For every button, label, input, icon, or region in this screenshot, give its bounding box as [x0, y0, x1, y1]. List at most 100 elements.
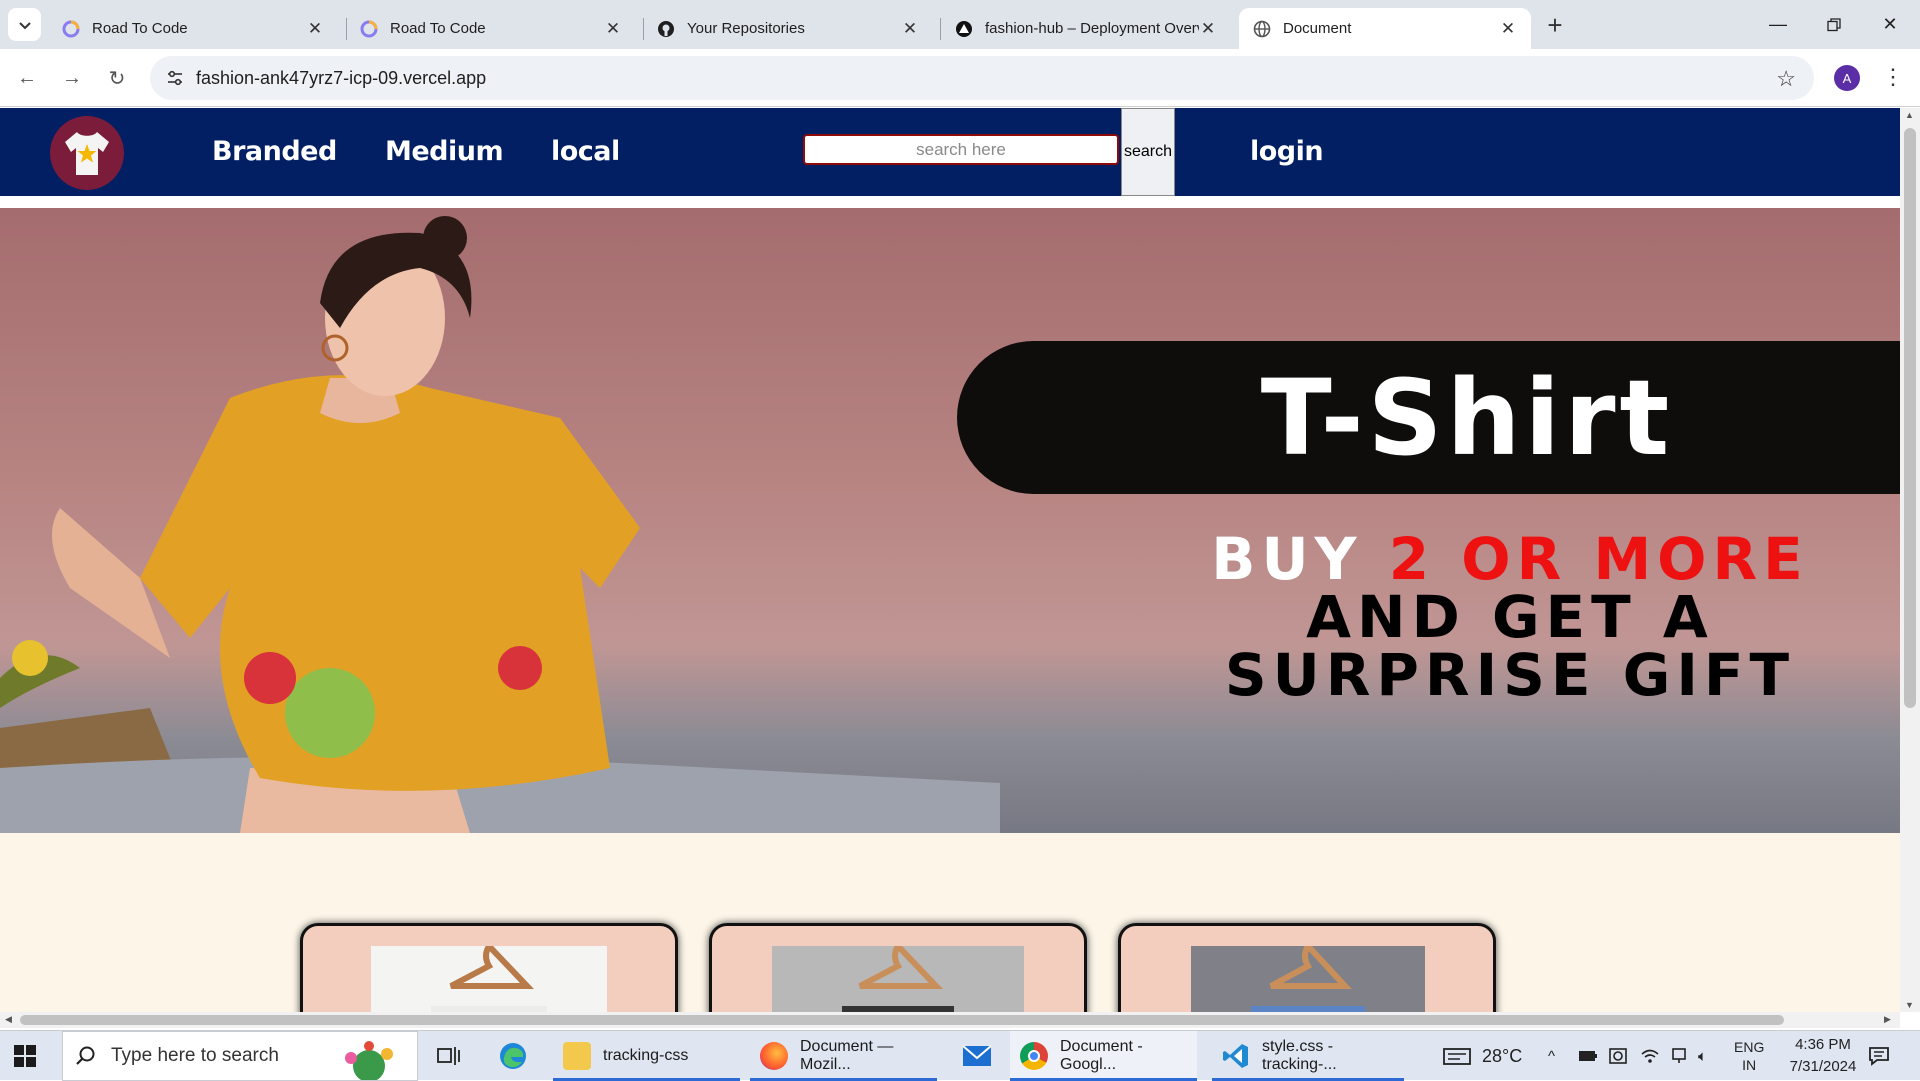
close-icon[interactable]: ✕	[901, 19, 919, 38]
search-input[interactable]: search here	[803, 134, 1119, 165]
browser-toolbar: ← → ↻ fashion-ank47yrz7-icp-09.vercel.ap…	[0, 49, 1920, 107]
notifications-button[interactable]	[1868, 1031, 1890, 1081]
language-code: ENG	[1734, 1039, 1765, 1055]
taskbar-search-box[interactable]: Type here to search	[62, 1031, 418, 1081]
scroll-left-arrow-icon[interactable]: ◀	[5, 1014, 12, 1025]
firefox-icon	[760, 1042, 788, 1070]
promo-line-3: SURPRISE GIFT	[1224, 641, 1796, 709]
bookmark-star-icon[interactable]: ☆	[1776, 66, 1796, 92]
hero-banner: T-Shirt BUY 2 OR MORE AND GET A SURPRISE…	[0, 208, 1900, 833]
taskbar-app-explorer[interactable]: tracking-css	[553, 1031, 740, 1081]
tab-document[interactable]: Document ✕	[1239, 8, 1531, 49]
weather-icon	[1443, 1048, 1471, 1065]
tab-your-repositories[interactable]: Your Repositories ✕	[643, 8, 933, 49]
horizontal-scrollbar[interactable]: ◀ ▶	[0, 1012, 1900, 1028]
site-navbar: Branded Medium local search here search …	[0, 108, 1900, 196]
onedrive-icon[interactable]	[1608, 1031, 1628, 1081]
nav-link-branded[interactable]: Branded	[212, 136, 337, 167]
restore-icon	[1827, 17, 1841, 31]
close-icon[interactable]: ✕	[1499, 19, 1517, 38]
page-viewport: Branded Medium local search here search …	[0, 108, 1900, 1012]
volume-icon[interactable]: 🔈︎	[1698, 1031, 1707, 1081]
hanger-icon	[431, 941, 547, 1012]
vertical-scroll-thumb[interactable]	[1904, 128, 1916, 708]
nav-link-local[interactable]: local	[551, 136, 620, 167]
profile-avatar[interactable]: A	[1834, 65, 1860, 91]
minimize-icon: —	[1769, 14, 1787, 34]
promo-line-1: BUY 2 OR MORE	[1130, 530, 1890, 588]
vscode-icon	[1223, 1044, 1248, 1068]
scroll-up-arrow-icon[interactable]: ▲	[1905, 110, 1914, 120]
tab-title: Your Repositories	[687, 20, 805, 37]
horizontal-scroll-thumb[interactable]	[20, 1015, 1784, 1025]
language-indicator[interactable]: ENG IN	[1734, 1031, 1764, 1081]
hanger-icon	[842, 941, 954, 1012]
arrow-left-icon: ←	[17, 66, 37, 89]
scroll-right-arrow-icon[interactable]: ▶	[1884, 1014, 1891, 1025]
mail-taskbar-button[interactable]	[962, 1031, 992, 1081]
minimize-button[interactable]: —	[1750, 0, 1806, 49]
scroll-down-arrow-icon[interactable]: ▼	[1905, 1000, 1914, 1010]
url-text[interactable]: fashion-ank47yrz7-icp-09.vercel.app	[196, 68, 486, 89]
tune-icon	[168, 70, 182, 86]
clock-time: 4:36 PM	[1795, 1036, 1851, 1053]
wifi-icon[interactable]	[1640, 1031, 1660, 1081]
forward-button[interactable]: →	[55, 61, 89, 95]
folder-icon	[563, 1042, 591, 1070]
chevron-up-icon: ^	[1548, 1047, 1556, 1065]
speaker-icon: 🔈︎	[1698, 1047, 1708, 1065]
arrow-right-icon: →	[62, 66, 82, 89]
taskbar-app-label: tracking-css	[603, 1047, 689, 1064]
github-icon	[658, 20, 674, 37]
nav-link-medium[interactable]: Medium	[385, 136, 504, 167]
browser-menu-icon[interactable]: ⋮	[1882, 63, 1904, 93]
clock-date: 7/31/2024	[1789, 1058, 1857, 1075]
close-window-button[interactable]: ✕	[1862, 0, 1918, 49]
network-icon[interactable]	[1670, 1031, 1688, 1081]
close-icon: ✕	[1882, 14, 1898, 34]
close-icon[interactable]: ✕	[1199, 19, 1217, 38]
tab-search-button[interactable]	[8, 8, 41, 41]
close-icon[interactable]: ✕	[306, 19, 324, 38]
tab-fashion-hub-deployment[interactable]: fashion-hub – Deployment Overview ✕	[941, 8, 1231, 49]
tab-title: Road To Code	[92, 20, 188, 37]
taskbar-app-vscode[interactable]: style.css - tracking-...	[1212, 1031, 1404, 1081]
tab-title: fashion-hub – Deployment Overview	[985, 20, 1199, 37]
tab-road-to-code-2[interactable]: Road To Code ✕	[346, 8, 636, 49]
product-card[interactable]	[1118, 923, 1496, 1012]
close-icon[interactable]: ✕	[604, 19, 622, 38]
taskbar-app-label: style.css - tracking-...	[1262, 1038, 1337, 1073]
battery-icon[interactable]	[1578, 1031, 1598, 1081]
search-button[interactable]: search	[1121, 108, 1175, 196]
restore-button[interactable]	[1806, 0, 1862, 49]
site-logo[interactable]	[50, 116, 124, 190]
taskbar-app-label: Document - Googl...	[1060, 1038, 1143, 1073]
tab-road-to-code-1[interactable]: Road To Code ✕	[48, 8, 338, 49]
wifi-glyph-icon	[1641, 1049, 1659, 1063]
product-card[interactable]	[300, 923, 678, 1012]
back-button[interactable]: ←	[10, 61, 44, 95]
taskbar-app-firefox[interactable]: Document — Mozil...	[750, 1031, 937, 1081]
task-view-button[interactable]	[437, 1031, 461, 1081]
taskbar-app-chrome[interactable]: Document - Googl...	[1010, 1031, 1197, 1081]
taskbar-app-label: Document — Mozil...	[800, 1038, 894, 1073]
reload-icon: ↻	[108, 67, 126, 90]
product-image	[1191, 941, 1425, 1012]
nav-link-login[interactable]: login	[1250, 136, 1324, 167]
site-info-button[interactable]	[162, 65, 188, 91]
windows-logo-icon	[14, 1045, 36, 1067]
product-card[interactable]	[709, 923, 1087, 1012]
promo-line-2: AND GET A	[1306, 583, 1714, 651]
new-tab-button[interactable]: +	[1540, 10, 1570, 40]
reload-button[interactable]: ↻	[100, 61, 134, 95]
vertical-scrollbar[interactable]: ▲ ▼	[1900, 108, 1920, 1012]
show-hidden-icons-button[interactable]: ^	[1548, 1031, 1555, 1081]
clock[interactable]: 4:36 PM 7/31/2024	[1778, 1031, 1868, 1081]
start-button[interactable]	[14, 1031, 36, 1081]
edge-taskbar-button[interactable]	[498, 1031, 528, 1081]
edge-icon	[500, 1043, 526, 1069]
address-bar[interactable]: fashion-ank47yrz7-icp-09.vercel.app ☆	[150, 56, 1814, 100]
tab-title: Road To Code	[390, 20, 486, 37]
tab-title: Document	[1283, 20, 1352, 37]
weather-widget[interactable]: 28°C	[1442, 1031, 1522, 1081]
